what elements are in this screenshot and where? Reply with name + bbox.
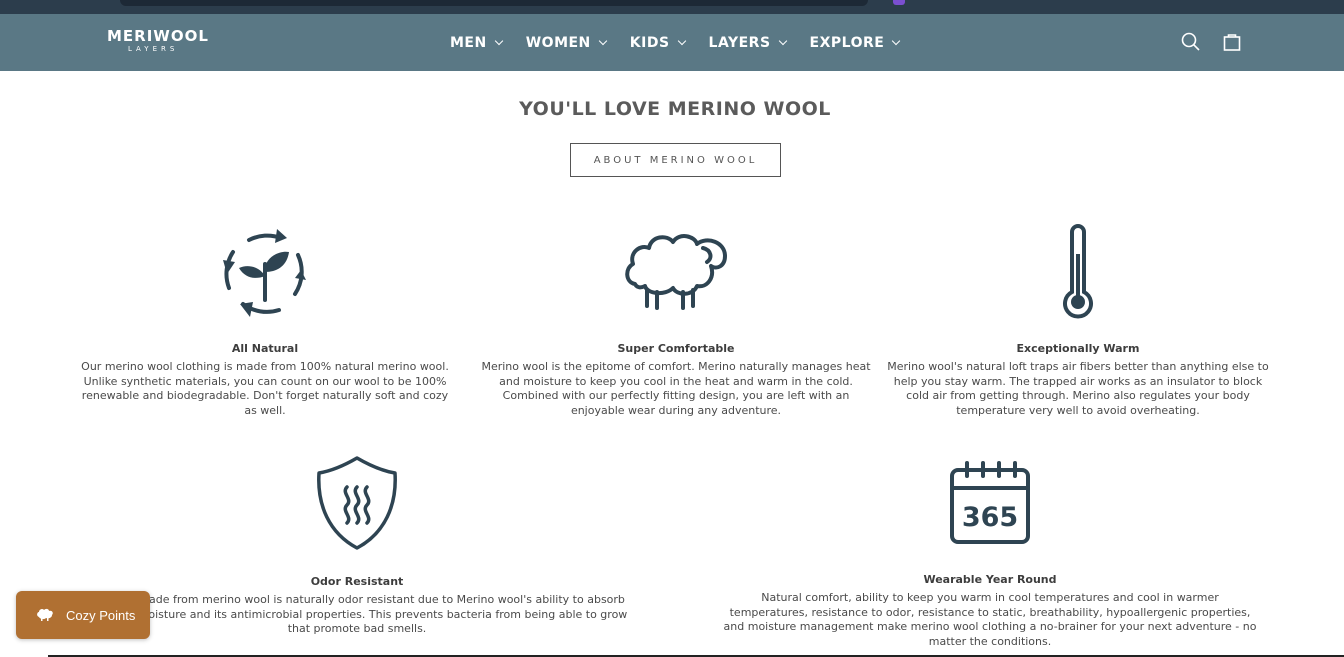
cart-icon[interactable] [1221,31,1243,53]
nav-item-explore[interactable]: EXPLORE [809,34,901,51]
cozy-points-label: Cozy Points [66,607,136,623]
cozy-points-button[interactable]: Cozy Points [16,591,150,639]
about-merino-wool-button[interactable]: ABOUT MERINO WOOL [570,143,781,177]
nav-item-men[interactable]: MEN [450,34,503,51]
recycle-sprout-icon [223,229,306,317]
nav-label: EXPLORE [809,34,885,51]
site-header: MERIWOOL LAYERS MEN WOMEN KIDS LAYERS EX… [0,14,1344,71]
feature-title: Wearable Year Round [923,573,1057,586]
feature-exceptionally-warm: Exceptionally Warm Merino wool's natural… [884,222,1272,418]
feature-title: Super Comfortable [617,342,735,355]
feature-text: Our merino wool clothing is made from 10… [81,360,449,417]
feature-title: All Natural [231,342,299,355]
nav-label: LAYERS [708,34,771,51]
feature-title: Exceptionally Warm [1016,342,1140,355]
brand-subtitle: LAYERS [128,45,179,53]
sheep-icon [625,234,727,310]
feature-text: Merino wool's natural loft traps air fib… [887,360,1269,417]
feature-wearable-year-round: 365 Wearable Year Round Natural comfort,… [722,460,1258,649]
chevron-down-icon [598,36,608,45]
brand-logo[interactable]: MERIWOOL LAYERS [107,28,217,58]
thermometer-icon [1063,224,1093,319]
calendar-number: 365 [962,502,1018,533]
nav-item-kids[interactable]: KIDS [629,34,686,51]
calendar-365-icon: 365 [950,461,1030,544]
chevron-down-icon [494,36,503,45]
address-bar[interactable] [120,0,868,6]
nav-item-women[interactable]: WOMEN [525,34,608,51]
extension-indicator [893,0,905,5]
feature-text: Clothing made from merino wool is natura… [86,593,628,636]
main-nav: MEN WOMEN KIDS LAYERS EXPLORE [450,14,923,71]
nav-label: WOMEN [525,34,591,51]
sheep-icon [37,608,53,621]
feature-all-natural: All Natural Our merino wool clothing is … [80,222,450,418]
browser-top-strip [0,0,1344,14]
shield-icon [317,456,397,550]
feature-text: Merino wool is the epitome of comfort. M… [481,360,871,417]
nav-item-layers[interactable]: LAYERS [708,34,787,51]
nav-label: MEN [450,34,487,51]
brand-name: MERIWOOL [107,27,209,45]
search-icon[interactable] [1180,31,1202,53]
chevron-down-icon [677,36,686,45]
feature-title: Odor Resistant [310,575,404,588]
section-title: YOU'LL LOVE MERINO WOOL [519,98,831,120]
feature-super-comfortable: Super Comfortable Merino wool is the epi… [478,222,874,418]
feature-text: Natural comfort, ability to keep you war… [723,591,1257,648]
nav-label: KIDS [629,34,670,51]
feature-odor-resistant: Odor Resistant Clothing made from merino… [86,455,628,637]
chevron-down-icon [892,36,901,45]
chevron-down-icon [778,36,787,45]
